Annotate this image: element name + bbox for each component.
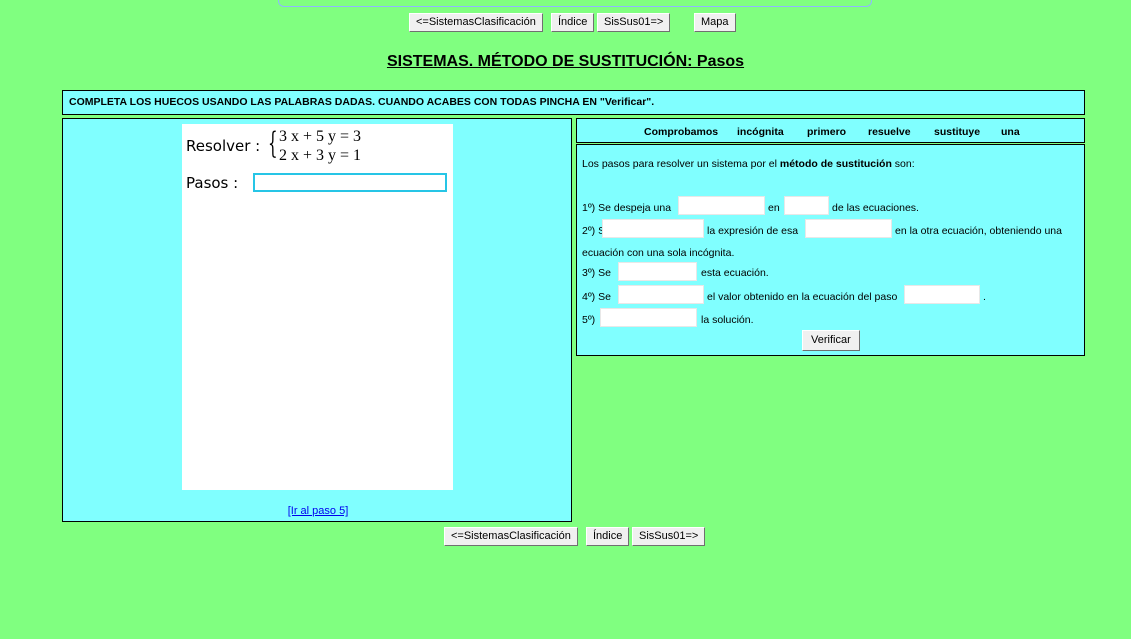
intro-pre: Los pasos para resolver un sistema por e…: [582, 158, 780, 170]
word-sustituye[interactable]: sustituye: [934, 126, 980, 138]
problem-panel: Resolver : { 3 x + 5 y = 3 2 x + 3 y = 1…: [62, 118, 572, 522]
step4-b: el valor obtenido en la ecuación del pas…: [707, 291, 898, 303]
pasos-input[interactable]: [253, 173, 447, 192]
prev-button[interactable]: <=SistemasClasificación: [409, 13, 543, 32]
problem-canvas: Resolver : { 3 x + 5 y = 3 2 x + 3 y = 1…: [182, 124, 453, 490]
gap-4b[interactable]: [904, 285, 980, 304]
next-button[interactable]: SisSus01=>: [597, 13, 671, 32]
step4-c: .: [983, 291, 986, 303]
bottom-prev-button[interactable]: <=SistemasClasificación: [444, 527, 578, 546]
gap-1a[interactable]: [678, 196, 765, 215]
word-comprobamos[interactable]: Comprobamos: [644, 126, 718, 138]
equation-2: 2 x + 3 y = 1: [279, 147, 362, 164]
step5-b: la solución.: [701, 314, 754, 326]
step1-c: de las ecuaciones.: [832, 202, 919, 214]
word-resuelve[interactable]: resuelve: [868, 126, 911, 138]
step2-c: en la otra ecuación, obteniendo una: [895, 225, 1062, 237]
gap-5a[interactable]: [600, 308, 697, 327]
step5-a: 5º): [582, 314, 596, 326]
pasos-label: Pasos :: [186, 174, 239, 192]
gap-3a[interactable]: [618, 262, 697, 281]
word-bank: Comprobamos incógnita primero resuelve s…: [576, 118, 1085, 143]
intro-post: son:: [891, 158, 915, 170]
step4-a: 4º) Se: [582, 291, 611, 303]
bottom-index-button[interactable]: Índice: [586, 527, 630, 546]
verify-button[interactable]: Verificar: [802, 330, 860, 351]
steps-panel: Los pasos para resolver un sistema por e…: [576, 144, 1085, 356]
step2-d: ecuación con una sola incógnita.: [582, 247, 735, 259]
equation-1: 3 x + 5 y = 3: [279, 128, 362, 145]
resolver-label: Resolver :: [186, 137, 261, 155]
gap-1b[interactable]: [784, 196, 829, 215]
index-button[interactable]: Índice: [551, 13, 595, 32]
gap-2b[interactable]: [805, 219, 892, 238]
gap-4a[interactable]: [618, 285, 704, 304]
step1-b: en: [768, 202, 780, 214]
system-brace: {: [268, 126, 278, 161]
gap-2a[interactable]: [602, 219, 704, 238]
top-frame-edge: [278, 0, 872, 7]
step1-a: 1º) Se despeja una: [582, 202, 672, 214]
bottom-next-button[interactable]: SisSus01=>: [632, 527, 706, 546]
step3-b: esta ecuación.: [701, 267, 769, 279]
map-button[interactable]: Mapa: [694, 13, 736, 32]
word-primero[interactable]: primero: [807, 126, 846, 138]
word-una[interactable]: una: [1001, 126, 1020, 138]
instruction-bar: COMPLETA LOS HUECOS USANDO LAS PALABRAS …: [62, 90, 1085, 115]
intro-bold: método de sustitución: [779, 158, 892, 170]
step3-a: 3º) Se: [582, 267, 611, 279]
intro-text: Los pasos para resolver un sistema por e…: [582, 158, 915, 170]
go-to-step-link[interactable]: [Ir al paso 5]: [63, 505, 573, 517]
page-title: SISTEMAS. MÉTODO DE SUSTITUCIÓN: Pasos: [386, 53, 745, 70]
word-incognita[interactable]: incógnita: [737, 126, 784, 138]
step2-b: la expresión de esa: [707, 225, 799, 237]
